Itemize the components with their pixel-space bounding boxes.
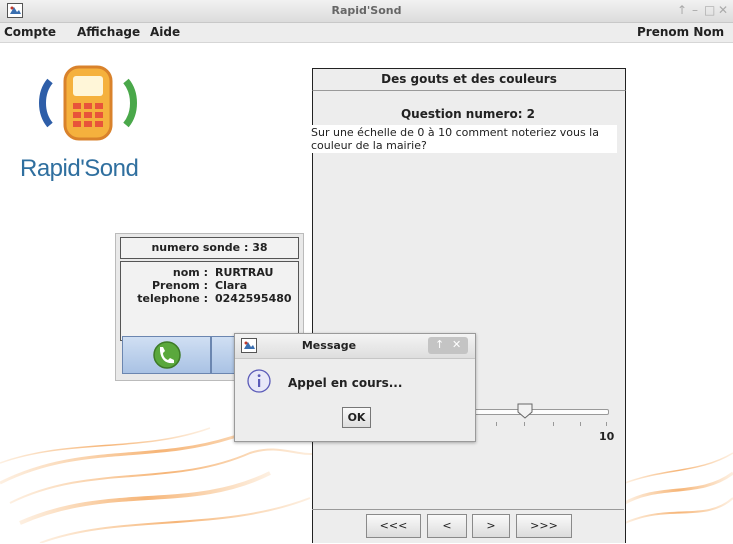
telephone-label: telephone : (137, 292, 208, 305)
menu-affichage[interactable]: Affichage (77, 25, 140, 39)
dialog-pin-icon[interactable]: ↑ (435, 338, 444, 351)
message-dialog: Message ↑ ✕ Appel en cours... OK (234, 333, 476, 442)
next-question-button[interactable]: > (472, 514, 510, 538)
prev-question-button[interactable]: < (427, 514, 467, 538)
info-icon (247, 369, 271, 393)
first-question-button[interactable]: <<< (366, 514, 421, 538)
logo-text: Rapid'Sond (20, 155, 139, 182)
survey-header: Des gouts et des couleurs (312, 68, 626, 91)
contact-header: numero sonde : 38 (120, 237, 299, 259)
question-text: Sur une échelle de 0 à 10 comment noteri… (309, 125, 617, 153)
minimize-button[interactable]: – (692, 3, 698, 17)
survey-title: Des gouts et des couleurs (381, 72, 557, 86)
phone-icon (153, 341, 181, 369)
close-button[interactable]: ✕ (718, 3, 728, 17)
last-question-button[interactable]: >>> (516, 514, 572, 538)
call-button[interactable] (122, 336, 211, 374)
prenom-label: Prenom : (151, 279, 208, 292)
menu-aide[interactable]: Aide (150, 25, 180, 39)
logo-phone-icon (39, 65, 137, 141)
user-menu[interactable]: Prenom Nom (637, 25, 724, 39)
nav-bar (312, 509, 624, 544)
app-logo: Rapid'Sond (20, 63, 160, 188)
slider-ticks (474, 422, 614, 430)
slider-track (474, 409, 609, 415)
nom-value: RURTRAU (215, 266, 274, 279)
maximize-button[interactable]: □ (704, 3, 715, 17)
prenom-value: Clara (215, 279, 248, 292)
menu-bar: Compte Affichage Aide Prenom Nom (0, 23, 733, 43)
dialog-title: Message (301, 339, 357, 352)
window-title: Rapid'Sond (331, 4, 402, 17)
rating-slider[interactable]: 10 (474, 402, 615, 443)
dialog-title-bar: Message ↑ ✕ (235, 334, 475, 359)
nom-label: nom : (172, 266, 208, 279)
menu-compte[interactable]: Compte (4, 25, 56, 39)
probe-number: numero sonde : 38 (151, 241, 268, 254)
pin-icon[interactable]: ↑ (677, 3, 687, 17)
slider-max-label: 10 (599, 430, 615, 443)
dialog-controls: ↑ ✕ (428, 337, 468, 354)
slider-thumb[interactable] (517, 403, 533, 419)
contact-details: nom : RURTRAU Prenom : Clara telephone :… (120, 261, 299, 341)
dialog-close-button[interactable]: ✕ (452, 338, 461, 351)
telephone-value: 0242595480 (215, 292, 292, 305)
title-bar: Rapid'Sond ↑ – □ ✕ (0, 0, 733, 23)
question-title: Question numero: 2 (400, 107, 536, 121)
dialog-message: Appel en cours... (288, 376, 403, 390)
ok-button[interactable]: OK (342, 407, 371, 428)
